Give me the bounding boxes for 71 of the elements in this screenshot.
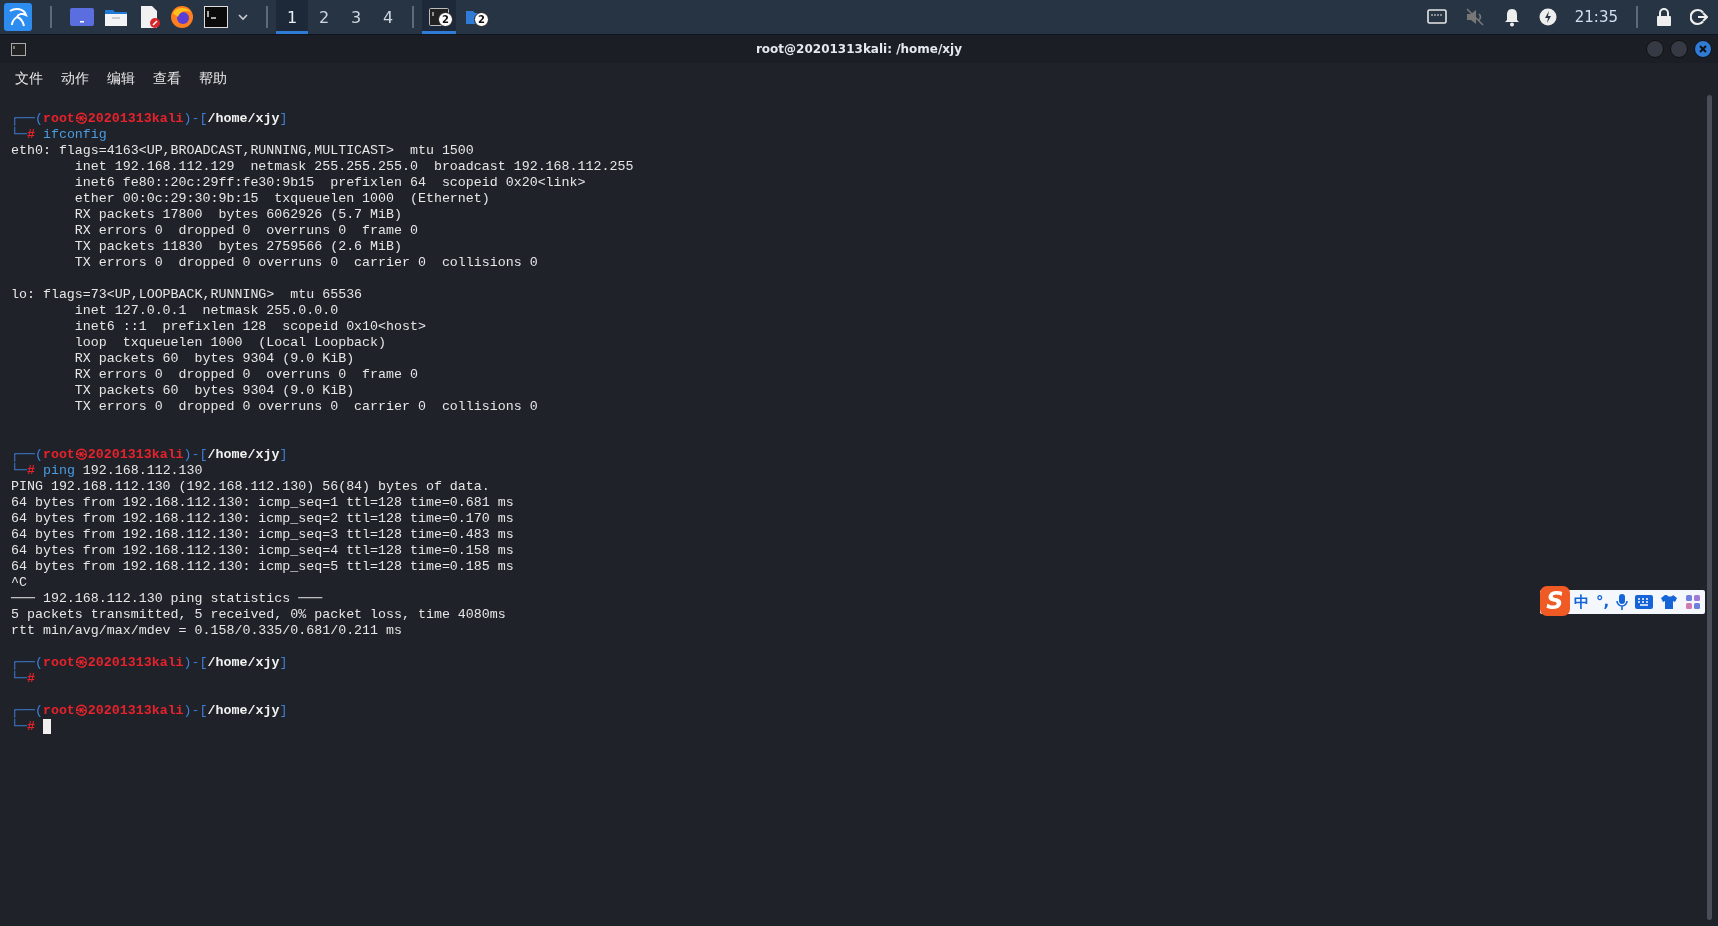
clock[interactable]: 21:35 (1574, 8, 1618, 26)
task-button[interactable]: 2 (422, 0, 456, 34)
prompt-line: ┌──(root㉿20201313kali)-[/home/xjy] (11, 447, 289, 463)
menu-item[interactable]: 帮助 (190, 68, 236, 90)
menu-item[interactable]: 编辑 (98, 68, 144, 90)
grid-icon[interactable] (1685, 594, 1702, 610)
output-line: ether 00:0c:29:30:9b:15 txqueuelen 1000 (Ethernet) (73, 191, 490, 206)
fox-globe-icon[interactable] (170, 5, 194, 29)
document-edit-icon[interactable] (138, 5, 160, 29)
folder-icon[interactable] (104, 7, 128, 27)
output-line: 64 bytes from 192.168.112.130: icmp_seq=2 ttl=128 time=0.170 ms (11, 511, 514, 526)
output-line: eth0: flags=4163<UP,BROADCAST,RUNNING,MULTICAST> mtu 1500 (11, 143, 474, 158)
lightning-circle-icon[interactable] (1538, 8, 1557, 26)
workspace-tab[interactable]: 2 (308, 0, 340, 34)
scrollbar[interactable] (1707, 95, 1712, 920)
output-line: RX errors 0 dropped 0 overruns 0 frame 0 (73, 367, 418, 382)
language-mode-toggle[interactable]: 中 (1574, 592, 1589, 612)
output-line: inet 127.0.0.1 netmask 255.0.0.0 (73, 303, 339, 318)
output-line: TX errors 0 dropped 0 overruns 0 carrier 0 collisions 0 (73, 399, 538, 414)
shirt-icon[interactable] (1660, 594, 1679, 610)
command-line: └─# (11, 719, 35, 734)
output-line: PING 192.168.112.130 (192.168.112.130) 56(84) bytes of data. (11, 479, 490, 494)
output-line: inet 192.168.112.129 netmask 255.255.255.0 broadcast 192.168.112.255 (73, 159, 634, 174)
prompt-line: ┌──(root㉿20201313kali)-[/home/xjy] (11, 703, 289, 719)
output-line: inet6 fe80::20c:29ff:fe30:9b15 prefixlen 64 scopeid 0x20<link> (73, 175, 586, 190)
caret-icon[interactable] (238, 13, 248, 21)
menu-item[interactable]: 动作 (52, 68, 98, 90)
output-line: RX packets 17800 bytes 6062926 (5.7 MiB) (73, 207, 402, 222)
output-line: ^C (11, 575, 27, 590)
punctuation-toggle[interactable]: °, (1596, 593, 1610, 611)
close-button[interactable] (1694, 40, 1712, 58)
output-line: RX packets 60 bytes 9304 (9.0 KiB) (73, 351, 355, 366)
output-line: TX packets 11830 bytes 2759566 (2.6 MiB) (73, 239, 402, 254)
output-line: 5 packets transmitted, 5 received, 0% packet loss, time 4080ms (11, 607, 506, 622)
desktop-icon[interactable] (70, 7, 94, 27)
output-line: TX errors 0 dropped 0 overruns 0 carrier 0 collisions 0 (73, 255, 538, 270)
output-line: loop txqueuelen 1000 (Local Loopback) (73, 335, 387, 350)
output-line: rtt min/avg/max/mdev = 0.158/0.335/0.681/0.211 ms (11, 623, 402, 638)
microphone-icon[interactable] (1616, 593, 1629, 611)
terminal-icon[interactable] (204, 6, 228, 28)
prompt-line: ┌──(root㉿20201313kali)-[/home/xjy] (11, 655, 289, 671)
output-line: inet6 ::1 prefixlen 128 scopeid 0x10<host> (73, 319, 426, 334)
prompt-line: ┌──(root㉿20201313kali)-[/home/xjy] (11, 111, 289, 127)
output-line: 64 bytes from 192.168.112.130: icmp_seq=3 ttl=128 time=0.483 ms (11, 527, 514, 542)
speaker-muted-icon[interactable] (1464, 7, 1485, 27)
count-badge: 2 (438, 12, 453, 27)
lock-icon[interactable] (1656, 7, 1672, 27)
output-line: 64 bytes from 192.168.112.130: icmp_seq=4 ttl=128 time=0.158 ms (11, 543, 514, 558)
close-icon (1699, 45, 1707, 53)
window-title: root@20201313kali: /home/xjy (755, 42, 963, 56)
network-icon[interactable] (1426, 8, 1447, 26)
menu-item[interactable]: 文件 (6, 68, 52, 90)
menu-item[interactable]: 查看 (144, 68, 190, 90)
terminal-icon (11, 42, 26, 56)
output-line: 64 bytes from 192.168.112.130: icmp_seq=5 ttl=128 time=0.185 ms (11, 559, 514, 574)
output-line: ─── 192.168.112.130 ping statistics ─── (11, 591, 323, 606)
keyboard-icon[interactable] (1635, 595, 1654, 609)
output-line: lo: flags=73<UP,LOOPBACK,RUNNING> mtu 65536 (11, 287, 363, 302)
command-line: └─# ifconfig (11, 127, 107, 142)
command-line: └─# (11, 671, 35, 686)
count-badge: 2 (474, 12, 489, 27)
command-line: └─# ping 192.168.112.130 (11, 463, 203, 478)
task-button[interactable]: 2 (458, 0, 492, 34)
workspace-tab[interactable]: 1 (276, 0, 308, 34)
output-line: 64 bytes from 192.168.112.130: icmp_seq=1 ttl=128 time=0.681 ms (11, 495, 514, 510)
dragon-logo-icon[interactable] (4, 3, 32, 31)
output-line: RX errors 0 dropped 0 overruns 0 frame 0 (73, 223, 418, 238)
workspace-tab[interactable]: 4 (372, 0, 404, 34)
logout-icon[interactable] (1690, 8, 1708, 26)
output-line: TX packets 60 bytes 9304 (9.0 KiB) (73, 383, 355, 398)
workspace-tab[interactable]: 3 (340, 0, 372, 34)
